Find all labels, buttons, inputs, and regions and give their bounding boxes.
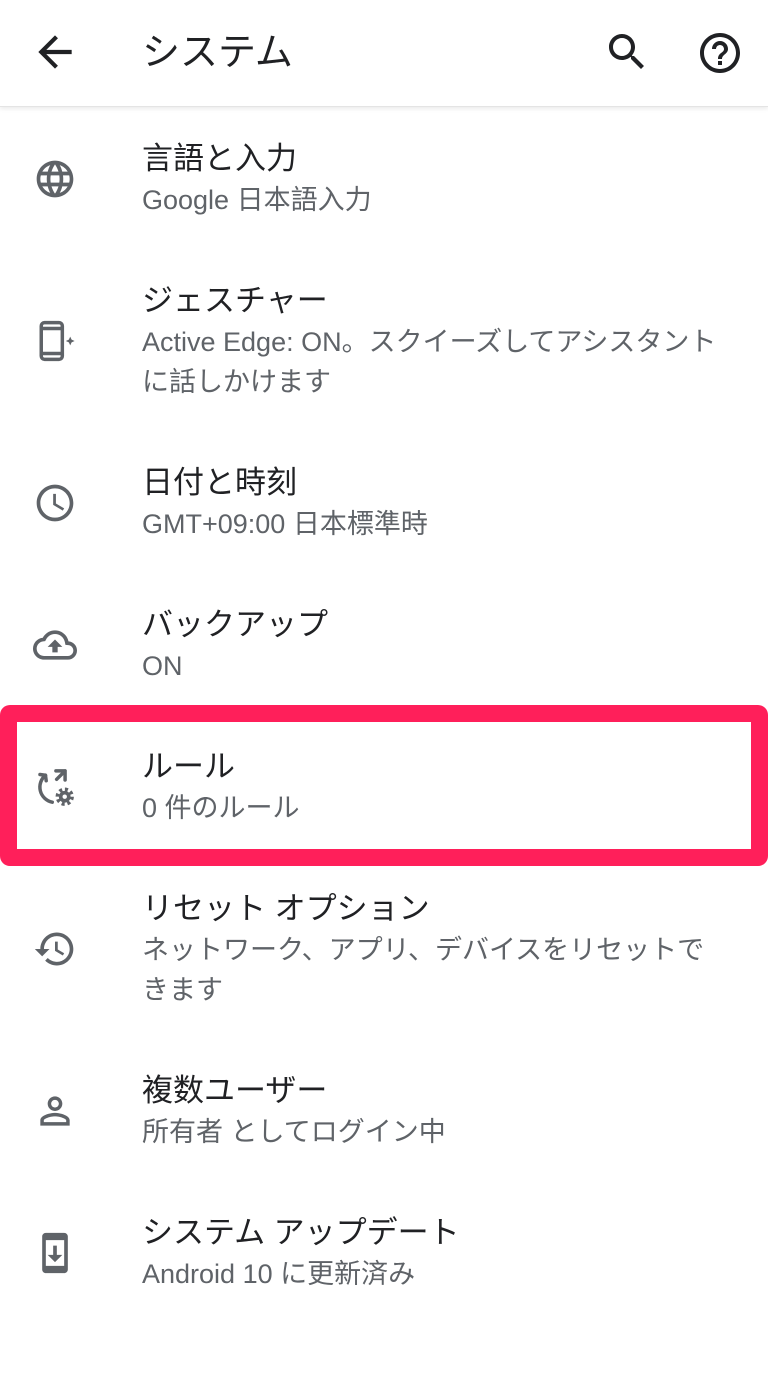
setting-summary: GMT+09:00 日本標準時 bbox=[142, 509, 428, 539]
app-bar: システム bbox=[0, 0, 768, 107]
setting-title: 日付と時刻 bbox=[142, 465, 297, 500]
setting-summary: ON bbox=[142, 651, 183, 681]
rules-icon bbox=[33, 765, 77, 809]
cloud-upload-icon bbox=[33, 623, 77, 667]
back-button[interactable] bbox=[30, 27, 80, 77]
setting-title: ルール bbox=[142, 749, 235, 784]
search-icon bbox=[603, 28, 651, 76]
setting-summary: ネットワーク、アプリ、デバイスをリセットできます bbox=[142, 935, 705, 1005]
help-button[interactable] bbox=[696, 29, 744, 77]
page-title: システム bbox=[142, 32, 293, 74]
help-icon bbox=[696, 29, 744, 77]
setting-summary: 所有者 としてログイン中 bbox=[142, 1117, 446, 1147]
gesture-phone-icon bbox=[33, 319, 77, 363]
setting-summary: Android 10 に更新済み bbox=[142, 1259, 416, 1289]
setting-item-system-update[interactable]: システム アップデート Android 10 に更新済み bbox=[0, 1182, 768, 1324]
setting-item-rules[interactable]: ルール 0 件のルール bbox=[0, 716, 768, 858]
setting-summary: 0 件のルール bbox=[142, 793, 300, 823]
setting-item-gestures[interactable]: ジェスチャー Active Edge: ON。スクイーズしてアシスタントに話しか… bbox=[0, 250, 768, 432]
setting-title: リセット オプション bbox=[142, 891, 430, 926]
history-icon bbox=[33, 927, 77, 971]
setting-item-backup[interactable]: バックアップ ON bbox=[0, 574, 768, 716]
setting-title: 複数ユーザー bbox=[142, 1073, 328, 1108]
setting-title: システム アップデート bbox=[142, 1215, 460, 1250]
setting-title: 言語と入力 bbox=[142, 141, 297, 176]
setting-item-date-time[interactable]: 日付と時刻 GMT+09:00 日本標準時 bbox=[0, 432, 768, 574]
setting-item-languages-input[interactable]: 言語と入力 Google 日本語入力 bbox=[0, 108, 768, 250]
setting-summary: Google 日本語入力 bbox=[142, 185, 372, 215]
arrow-back-icon bbox=[30, 27, 80, 77]
search-button[interactable] bbox=[603, 28, 651, 76]
setting-summary: Active Edge: ON。スクイーズしてアシスタントに話しかけます bbox=[142, 327, 717, 397]
setting-title: バックアップ bbox=[142, 607, 328, 642]
globe-icon bbox=[33, 157, 77, 201]
setting-item-reset-options[interactable]: リセット オプション ネットワーク、アプリ、デバイスをリセットできます bbox=[0, 858, 768, 1040]
setting-item-multiple-users[interactable]: 複数ユーザー 所有者 としてログイン中 bbox=[0, 1040, 768, 1182]
setting-title: ジェスチャー bbox=[142, 283, 328, 318]
clock-icon bbox=[33, 481, 77, 525]
settings-list: 言語と入力 Google 日本語入力 ジェスチャー Active Edge: O… bbox=[0, 108, 768, 1324]
person-icon bbox=[33, 1089, 77, 1133]
system-update-icon bbox=[33, 1231, 77, 1275]
